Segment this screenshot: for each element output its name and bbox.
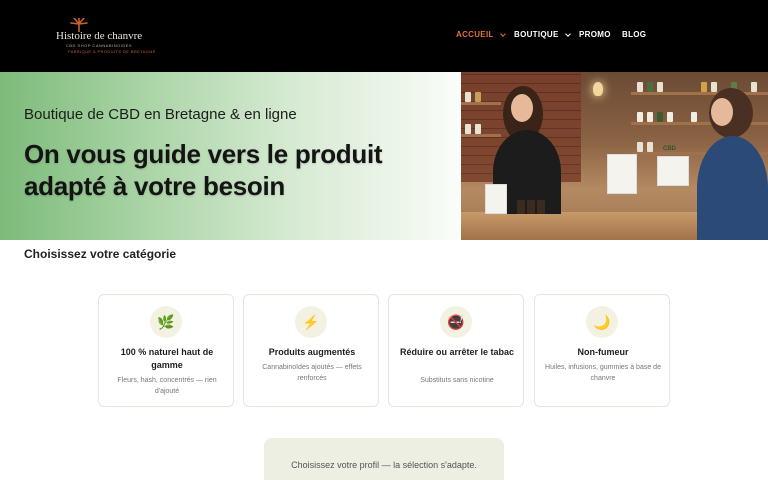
card-title: Réduire ou arrêter le tabac xyxy=(399,347,515,357)
nav-label: ACCUEIL xyxy=(456,30,494,39)
nav-boutique[interactable]: BOUTIQUE xyxy=(514,30,571,39)
moon-icon: 🌙 xyxy=(586,306,618,338)
nav-accueil[interactable]: ACCUEIL xyxy=(456,30,506,39)
shelf xyxy=(631,92,768,95)
hero-title: On vous guide vers le produit adapté à v… xyxy=(24,139,383,201)
customer-face xyxy=(711,98,733,126)
product-jar xyxy=(475,124,481,134)
chevron-down-icon xyxy=(499,30,506,37)
card-title: Produits augmentés xyxy=(268,347,356,357)
shelf xyxy=(461,102,501,105)
product-jar xyxy=(465,92,471,102)
profile-selector[interactable]: Choisissez votre profil — la sélection s… xyxy=(264,438,504,480)
oil-bottle xyxy=(527,200,535,214)
cbd-sign: CBD xyxy=(663,146,676,152)
lightning-icon: ⚡ xyxy=(295,306,327,338)
logo-tagline: FABRIQUE & PRODUITS DE BRETAGNE xyxy=(68,49,156,54)
product-jar xyxy=(647,112,653,122)
category-card-non-smoker[interactable]: 🌙 Non-fumeur Huiles, infusions, gummies … xyxy=(534,294,670,407)
card-title: Non-fumeur xyxy=(577,347,629,357)
product-jar xyxy=(637,142,643,152)
product-jar xyxy=(657,112,663,122)
product-jar xyxy=(667,112,673,122)
card-description: Huiles, infusions, gummies à base de cha… xyxy=(545,364,661,382)
chevron-down-icon xyxy=(564,30,571,37)
oil-bottle xyxy=(517,200,525,214)
product-jar xyxy=(475,92,481,102)
product-box xyxy=(485,184,507,214)
nav-label: PROMO xyxy=(579,30,611,39)
site-logo[interactable]: Histoire de chanvre CBD SHOP CANNABINOID… xyxy=(54,18,155,58)
product-jar xyxy=(647,82,653,92)
wall-lamp xyxy=(593,82,603,96)
product-box xyxy=(657,156,689,186)
logo-subtitle: CBD SHOP CANNABINOIDES xyxy=(66,43,133,48)
product-jar xyxy=(637,82,643,92)
nav-label: BOUTIQUE xyxy=(514,30,559,39)
category-heading: Choisissez votre catégorie xyxy=(24,247,177,261)
shopkeeper-face xyxy=(511,94,533,122)
category-card-natural[interactable]: 🌿 100 % naturel haut de gamme Fleurs, ha… xyxy=(98,294,234,407)
product-jar xyxy=(647,142,653,152)
product-jar xyxy=(465,124,471,134)
hero-photo: CBD xyxy=(461,72,768,240)
shelf xyxy=(461,134,501,137)
category-card-tobacco[interactable]: 🚭 Réduire ou arrêter le tabac Substituts… xyxy=(388,294,524,407)
customer-person xyxy=(697,136,768,240)
oil-bottle xyxy=(537,200,545,214)
product-jar xyxy=(691,112,697,122)
card-description: Substituts sans nicotine xyxy=(420,377,494,384)
nav-blog[interactable]: BLOG xyxy=(622,30,646,39)
card-title: 100 % naturel haut de gamme xyxy=(120,347,214,370)
product-jar xyxy=(711,82,717,92)
category-card-augmented[interactable]: ⚡ Produits augmentés Cannabinoïdes ajout… xyxy=(243,294,379,407)
site-header: Histoire de chanvre CBD SHOP CANNABINOID… xyxy=(0,0,768,72)
product-box xyxy=(607,154,637,194)
product-jar xyxy=(657,82,663,92)
nav-promo[interactable]: PROMO xyxy=(579,30,611,39)
no-smoking-icon: 🚭 xyxy=(440,306,472,338)
product-jar xyxy=(637,112,643,122)
hero-subtitle: Boutique de CBD en Bretagne & en ligne xyxy=(24,106,297,123)
card-description: Cannabinoïdes ajoutés — effets renforcés xyxy=(262,364,362,382)
profile-text: Choisissez votre profil — la sélection s… xyxy=(291,460,477,470)
product-jar xyxy=(751,82,757,92)
logo-title: Histoire de chanvre xyxy=(56,30,143,42)
hero-banner: Boutique de CBD en Bretagne & en ligne O… xyxy=(0,72,768,240)
leaf-icon: 🌿 xyxy=(150,306,182,338)
category-cards: 🌿 100 % naturel haut de gamme Fleurs, ha… xyxy=(98,294,670,408)
nav-label: BLOG xyxy=(622,30,647,39)
card-description: Fleurs, hash, concentrés — rien d'ajouté xyxy=(117,377,217,395)
product-jar xyxy=(701,82,707,92)
